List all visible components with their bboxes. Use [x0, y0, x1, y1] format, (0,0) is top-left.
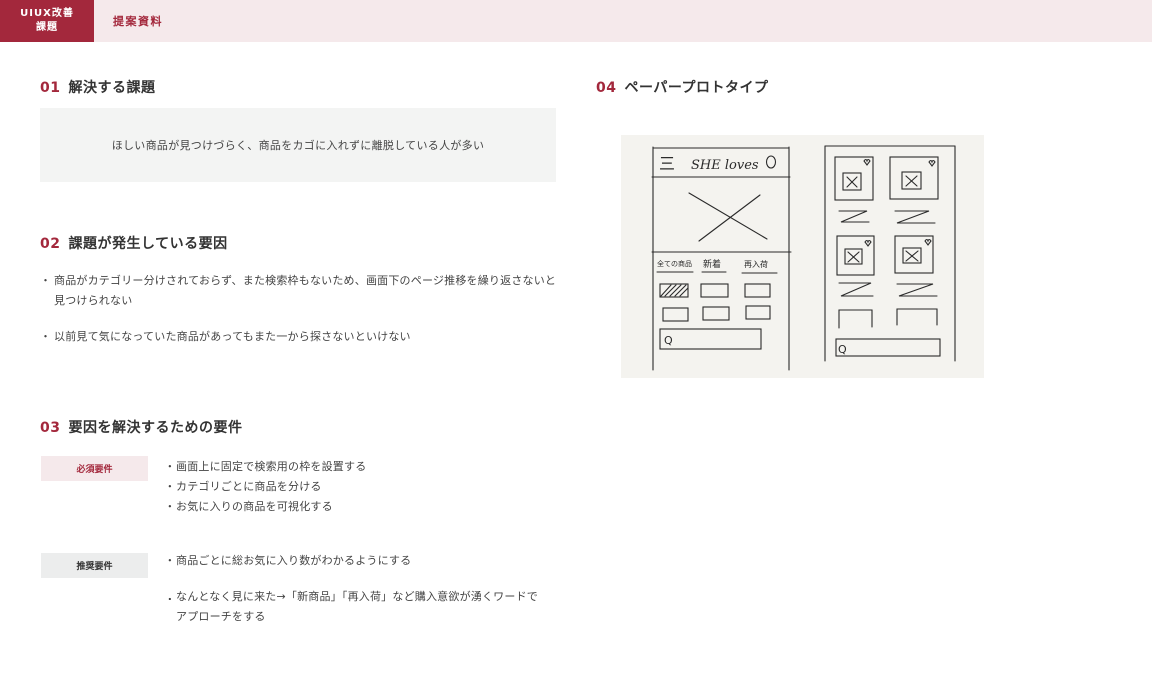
- search-icon: Q: [664, 334, 673, 347]
- list-item: ・ お気に入りの商品を可視化する: [164, 497, 366, 517]
- paper-prototype-image: 三 SHE loves 全ての商品 新着 再入荷 Q Q: [621, 135, 984, 378]
- product-thumbnail: [744, 283, 771, 298]
- list-item-text: お気に入りの商品を可視化する: [176, 500, 333, 513]
- recommended-requirement-list: ・ 商品ごとに総お気に入り数がわかるようにする . なんとなく見に来た→「新商品…: [164, 551, 544, 627]
- sketch-category-new: 新着: [703, 258, 721, 270]
- bullet-mark: .: [167, 590, 173, 603]
- sketch-category-all: 全ての商品: [657, 259, 692, 268]
- cause-item: ・ 商品がカテゴリー分けされておらず、また検索枠もないため、画面下のページ推移を…: [40, 271, 560, 311]
- search-icon: Q: [838, 343, 847, 356]
- bullet-mark: ・: [164, 554, 176, 567]
- prototype-screen-list: Q: [824, 145, 956, 362]
- section-1-heading: 01 解決する課題: [40, 77, 155, 97]
- product-thumbnail: [662, 307, 689, 322]
- list-item: ・ 商品ごとに総お気に入り数がわかるようにする: [164, 551, 544, 571]
- list-item: ・ カテゴリごとに商品を分ける: [164, 477, 366, 497]
- hero-image-placeholder: [688, 192, 768, 240]
- recommended-requirement-label: 推奨要件: [41, 553, 148, 578]
- section-2-number: 02: [40, 236, 61, 252]
- product-thumbnail: [702, 306, 730, 321]
- product-card: [834, 156, 874, 201]
- bullet-mark: ・: [40, 274, 52, 287]
- section-2-heading: 02 課題が発生している要因: [40, 233, 228, 253]
- list-item-text: 画面上に固定で検索用の枠を設置する: [176, 460, 367, 473]
- heart-icon: [864, 239, 872, 247]
- list-item-text: カテゴリごとに商品を分ける: [176, 480, 322, 493]
- paper-prototype-sketch: 三 SHE loves 全ての商品 新着 再入荷 Q Q: [651, 145, 956, 371]
- section-1-number: 01: [40, 80, 61, 96]
- product-thumbnail: [745, 305, 771, 320]
- category-tag: UIUX改善 課題: [0, 0, 94, 42]
- heart-icon: [928, 159, 936, 167]
- issue-statement: ほしい商品が見つけづらく、商品をカゴに入れずに離脱している人が多い: [111, 139, 485, 152]
- cause-list: ・ 商品がカテゴリー分けされておらず、また検索枠もないため、画面下のページ推移を…: [40, 271, 560, 347]
- section-3-title: 要因を解決するための要件: [68, 420, 243, 436]
- must-requirement-label: 必須要件: [41, 456, 148, 481]
- section-3-number: 03: [40, 420, 61, 436]
- bullet-mark: ・: [164, 500, 176, 513]
- prototype-screen-top: 三 SHE loves 全ての商品 新着 再入荷 Q: [651, 146, 792, 371]
- heart-icon: [924, 238, 932, 246]
- sketch-search-box: [835, 338, 941, 357]
- cause-item: ・ 以前見て気になっていた商品があってもまた一から探さないといけない: [40, 327, 560, 347]
- section-1-title: 解決する課題: [68, 80, 156, 96]
- list-item-text: なんとなく見に来た→「新商品」「再入荷」など購入意欲が湧くワードでアプローチをす…: [176, 590, 538, 623]
- sketch-search-box: [659, 328, 762, 350]
- heart-icon: [863, 158, 871, 166]
- bullet-mark: ・: [164, 460, 176, 473]
- section-4-title: ペーパープロトタイプ: [624, 80, 769, 96]
- menu-icon: 三: [659, 154, 675, 173]
- sketch-category-restock: 再入荷: [744, 259, 768, 269]
- section-3-heading: 03 要因を解決するための要件: [40, 417, 242, 437]
- cart-icon: [765, 155, 777, 169]
- list-item: ・ 画面上に固定で検索用の枠を設置する: [164, 457, 366, 477]
- category-tag-line2: 課題: [36, 22, 58, 33]
- section-2-title: 課題が発生している要因: [68, 236, 228, 252]
- issue-statement-box: ほしい商品が見つけづらく、商品をカゴに入れずに離脱している人が多い: [40, 108, 556, 182]
- list-item: . なんとなく見に来た→「新商品」「再入荷」など購入意欲が湧くワードでアプローチ…: [164, 587, 544, 627]
- breadcrumb: 提案資料: [113, 15, 163, 28]
- section-4-heading: 04 ペーパープロトタイプ: [596, 77, 769, 97]
- bullet-mark: ・: [40, 330, 52, 343]
- product-thumbnail: [659, 283, 689, 298]
- category-tag-line1: UIUX改善: [20, 8, 74, 19]
- section-4-number: 04: [596, 80, 617, 96]
- must-requirement-list: ・ 画面上に固定で検索用の枠を設置する ・ カテゴリごとに商品を分ける ・ お気…: [164, 457, 366, 517]
- cause-item-text: 商品がカテゴリー分けされておらず、また検索枠もないため、画面下のページ推移を繰り…: [54, 274, 557, 307]
- list-item-text: 商品ごとに総お気に入り数がわかるようにする: [176, 554, 412, 567]
- bullet-mark: ・: [164, 480, 176, 493]
- product-thumbnail: [700, 283, 729, 298]
- sketch-logo: SHE loves: [691, 158, 759, 173]
- header-bar: UIUX改善 課題 提案資料: [0, 0, 1152, 42]
- cause-item-text: 以前見て気になっていた商品があってもまた一から探さないといけない: [54, 330, 411, 343]
